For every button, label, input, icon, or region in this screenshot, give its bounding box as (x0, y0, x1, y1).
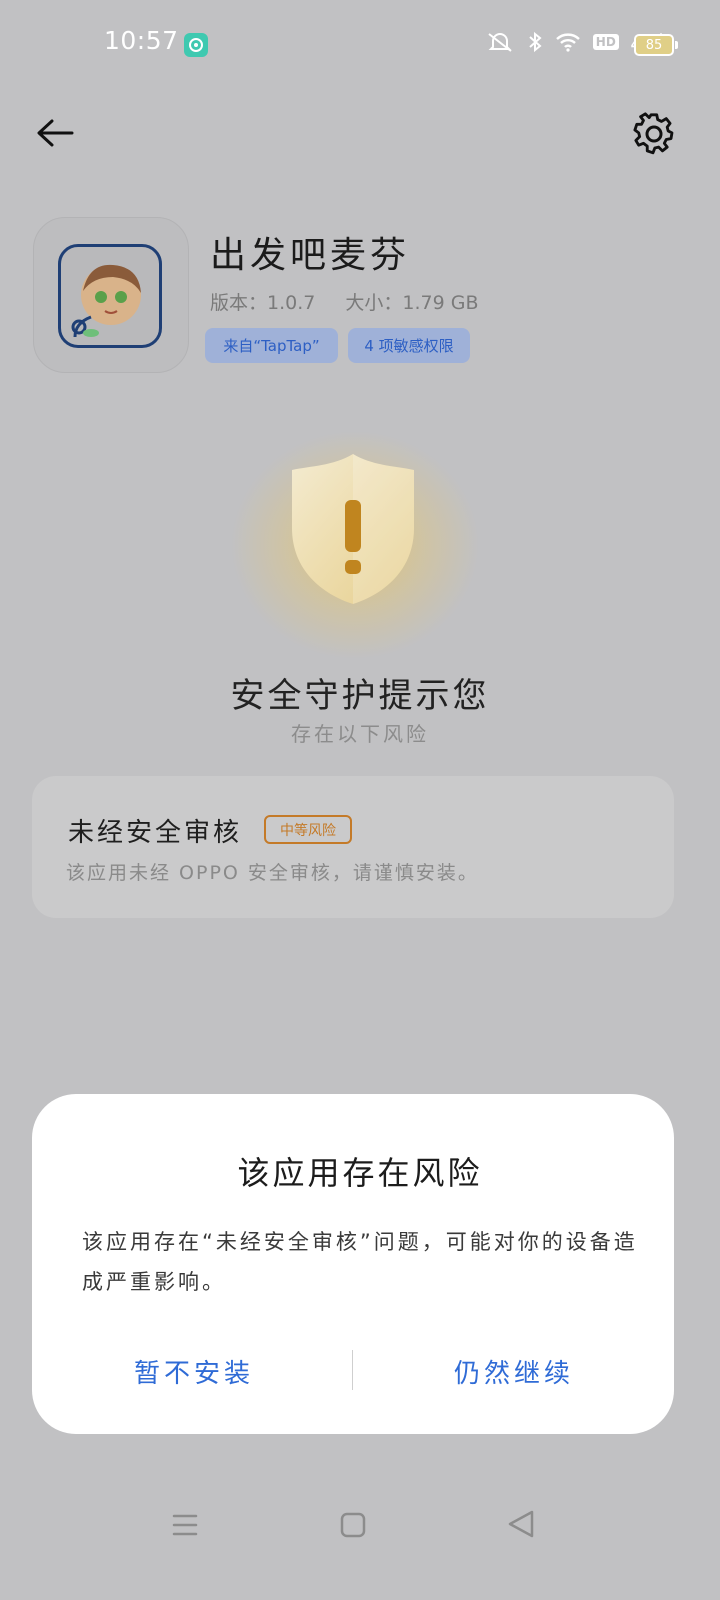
dialog-button-divider (352, 1350, 353, 1390)
app-version: 版本：1.0.7 (210, 292, 316, 314)
back-button[interactable] (34, 112, 78, 156)
settings-button[interactable] (632, 112, 676, 156)
app-name: 出发吧麦芬 (210, 235, 411, 276)
bluetooth-icon (529, 31, 542, 53)
hd-badge: HD (592, 34, 619, 50)
permissions-tag[interactable]: 4 项敏感权限 (348, 328, 470, 363)
nav-home-button[interactable] (338, 1510, 368, 1540)
source-tag[interactable]: 来自“TapTap” (205, 328, 338, 363)
wifi-icon (555, 33, 580, 52)
app-meta: 版本：1.0.7 大小：1.79 GB (210, 288, 503, 315)
mute-bell-icon (488, 33, 512, 52)
app-icon (58, 244, 162, 348)
menu-icon (172, 1514, 198, 1536)
risk-description: 该应用未经 OPPO 安全审核，请谨慎安装。 (66, 862, 479, 884)
back-triangle-icon (508, 1510, 534, 1538)
nav-recents-button[interactable] (170, 1510, 200, 1540)
dialog-message: 该应用存在“未经安全审核”问题，可能对你的设备造成严重影响。 (82, 1230, 638, 1294)
battery-indicator: 85 (634, 34, 678, 56)
continue-install-button[interactable]: 仍然继续 (364, 1346, 664, 1396)
arrow-left-icon (37, 119, 74, 147)
cancel-install-button[interactable]: 暂不安装 (44, 1346, 344, 1396)
status-time: 10:57 (104, 26, 179, 55)
nav-back-button[interactable] (506, 1508, 536, 1540)
risk-title: 未经安全审核 (68, 818, 243, 848)
shield-warning-icon (288, 452, 418, 606)
app-size: 大小：1.79 GB (345, 292, 479, 314)
security-subtitle: 存在以下风险 (291, 722, 429, 746)
home-icon (340, 1512, 366, 1538)
risk-level-badge: 中等风险 (264, 815, 352, 844)
gear-icon (633, 112, 674, 155)
dialog-title: 该应用存在风险 (237, 1154, 483, 1192)
notification-app-icon (184, 33, 208, 57)
security-title: 安全守护提示您 (230, 676, 490, 716)
